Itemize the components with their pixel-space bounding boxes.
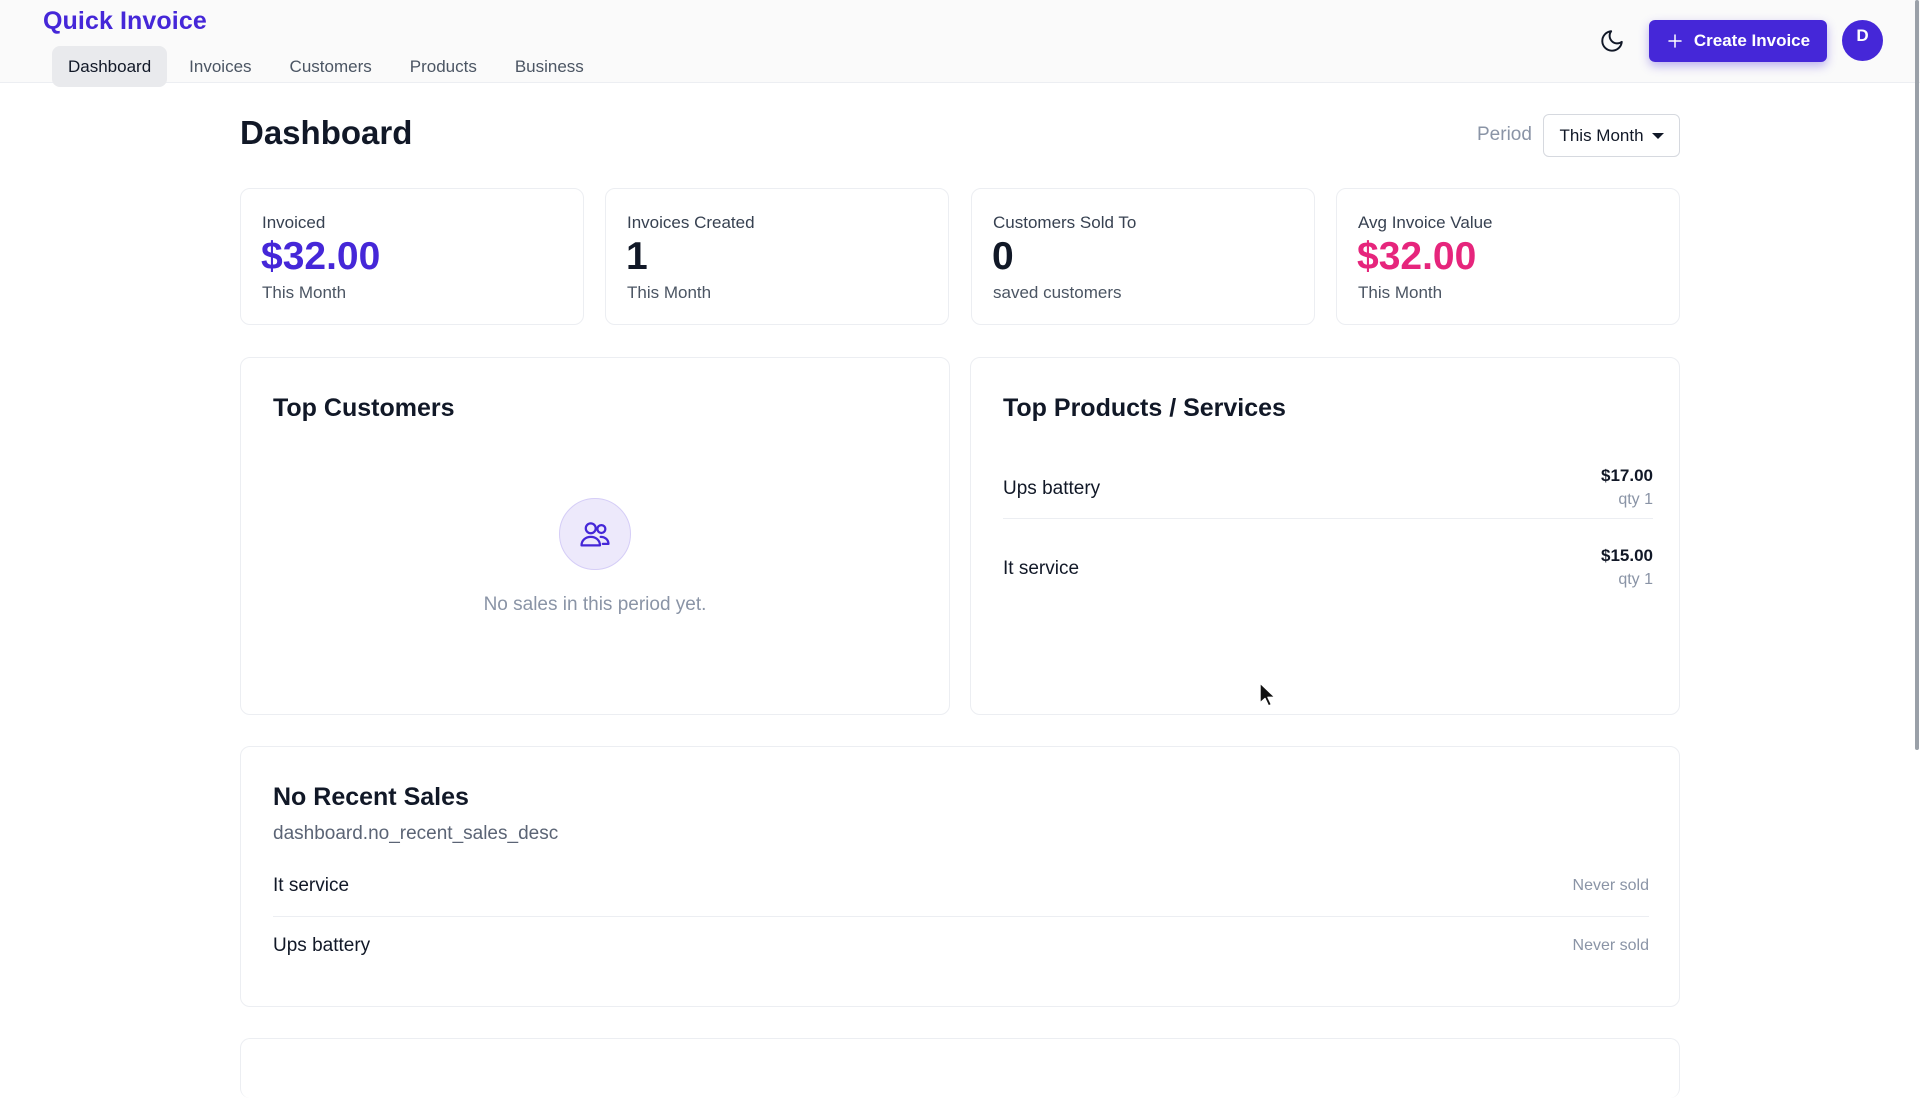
stat-subtext: This Month — [627, 283, 712, 302]
period-dropdown[interactable]: This Month — [1543, 114, 1680, 157]
product-qty: qty 1 — [1618, 491, 1653, 508]
top-navigation-bar: Quick Invoice Dashboard Invoices Custome… — [0, 0, 1920, 87]
stat-value: 0 — [992, 235, 1014, 278]
create-invoice-label: Create Invoice — [1693, 31, 1811, 50]
stat-label: Customers Sold To — [993, 213, 1137, 232]
nav-tab-customers[interactable]: Customers — [274, 46, 388, 87]
main-nav: Dashboard Invoices Customers Products Bu… — [52, 46, 600, 87]
next-panel-partial — [240, 1038, 1680, 1098]
nav-tab-dashboard[interactable]: Dashboard — [52, 46, 168, 87]
mouse-cursor-icon — [1259, 682, 1276, 707]
product-name: Ups battery — [1003, 478, 1101, 499]
stat-value: $32.00 — [1357, 235, 1477, 278]
empty-state-text: No sales in this period yet. — [483, 594, 707, 615]
brand-logo-text[interactable]: Quick Invoice — [43, 7, 207, 36]
recent-sale-row[interactable]: Ups battery Never sold — [273, 917, 1649, 977]
stat-subtext: This Month — [262, 283, 347, 302]
users-icon — [580, 522, 610, 547]
nav-tab-products[interactable]: Products — [394, 46, 493, 87]
stat-card-invoiced: Invoiced $32.00 This Month — [240, 188, 584, 325]
stat-value: 1 — [626, 235, 648, 278]
stat-subtext: This Month — [1358, 283, 1443, 302]
recent-sales-title: No Recent Sales — [273, 783, 469, 811]
empty-state-icon-wrapper — [559, 498, 631, 570]
user-avatar[interactable]: D — [1842, 20, 1883, 61]
moon-icon — [1601, 30, 1623, 52]
recent-sales-description: dashboard.no_recent_sales_desc — [273, 823, 559, 844]
top-customers-panel: Top Customers No sales in this period ye… — [240, 357, 950, 715]
product-amount: $15.00 — [1601, 546, 1653, 565]
stat-subtext: saved customers — [993, 283, 1122, 302]
product-amount: $17.00 — [1601, 466, 1653, 485]
stat-label: Invoices Created — [627, 213, 755, 232]
recent-sale-item-name: It service — [273, 875, 350, 896]
product-name: It service — [1003, 558, 1080, 579]
nav-tab-invoices[interactable]: Invoices — [173, 46, 267, 87]
stat-value: $32.00 — [261, 235, 381, 278]
row-divider — [1003, 518, 1653, 519]
recent-sales-panel: No Recent Sales dashboard.no_recent_sale… — [240, 746, 1680, 1007]
recent-sale-item-name: Ups battery — [273, 935, 371, 956]
product-row[interactable]: It service $15.00 qty 1 — [1003, 536, 1653, 616]
create-invoice-button[interactable]: Create Invoice — [1649, 20, 1827, 62]
stat-label: Invoiced — [262, 213, 326, 232]
chevron-down-icon — [1651, 132, 1664, 139]
product-qty: qty 1 — [1618, 571, 1653, 588]
stat-label: Avg Invoice Value — [1358, 213, 1493, 232]
period-label: Period — [1477, 124, 1532, 145]
stat-card-avg-invoice-value: Avg Invoice Value $32.00 This Month — [1336, 188, 1680, 325]
top-products-panel: Top Products / Services Ups battery $17.… — [970, 357, 1680, 715]
theme-toggle-button[interactable] — [1595, 24, 1629, 58]
recent-sale-row[interactable]: It service Never sold — [273, 857, 1649, 917]
product-row[interactable]: Ups battery $17.00 qty 1 — [1003, 456, 1653, 536]
recent-sale-status: Never sold — [1572, 937, 1649, 954]
stat-card-invoices-created: Invoices Created 1 This Month — [605, 188, 949, 325]
top-products-title: Top Products / Services — [1003, 394, 1286, 422]
top-customers-title: Top Customers — [273, 394, 455, 422]
page-title: Dashboard — [240, 114, 413, 151]
recent-sale-status: Never sold — [1572, 877, 1649, 894]
stat-card-customers-sold-to: Customers Sold To 0 saved customers — [971, 188, 1315, 325]
page-scrollbar-thumb[interactable] — [1915, 0, 1919, 750]
plus-icon — [1668, 34, 1682, 48]
nav-tab-business[interactable]: Business — [499, 46, 600, 87]
period-dropdown-value: This Month — [1559, 125, 1644, 145]
